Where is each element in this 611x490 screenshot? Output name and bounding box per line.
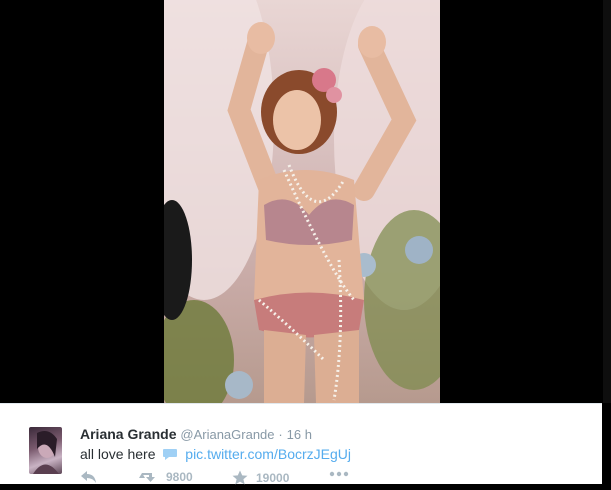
avatar-image (33, 431, 59, 474)
tweet-media-link[interactable]: pic.twitter.com/BocrzJEgUj (185, 446, 351, 462)
viewer-edge (603, 0, 611, 403)
media-viewer (0, 0, 611, 403)
favorite-count: 19000 (256, 470, 290, 485)
photo-illustration (164, 0, 440, 403)
more-icon (329, 470, 349, 478)
reply-button[interactable] (80, 470, 98, 484)
tweet-message: all love here (80, 446, 156, 462)
retweet-icon (138, 470, 158, 484)
more-button[interactable] (329, 470, 349, 478)
author-handle[interactable]: @ArianaGrande (180, 427, 274, 442)
tweet-timestamp[interactable]: 16 h (287, 427, 312, 442)
retweet-count: 9800 (166, 470, 193, 484)
separator-dot: · (278, 427, 283, 442)
tweet-card[interactable]: Ariana Grande @ArianaGrande · 16 h all l… (0, 403, 602, 485)
tweet-text: all love here pic.twitter.com/BocrzJEgUj (80, 444, 351, 466)
tweet-photo[interactable] (164, 0, 440, 403)
retweet-button[interactable]: 9800 (138, 470, 193, 484)
speech-bubble-icon (162, 446, 178, 466)
tweet-header: Ariana Grande @ArianaGrande · 16 h (80, 425, 312, 444)
author-name[interactable]: Ariana Grande (80, 426, 176, 442)
reply-icon (80, 470, 98, 484)
avatar[interactable] (29, 427, 62, 474)
